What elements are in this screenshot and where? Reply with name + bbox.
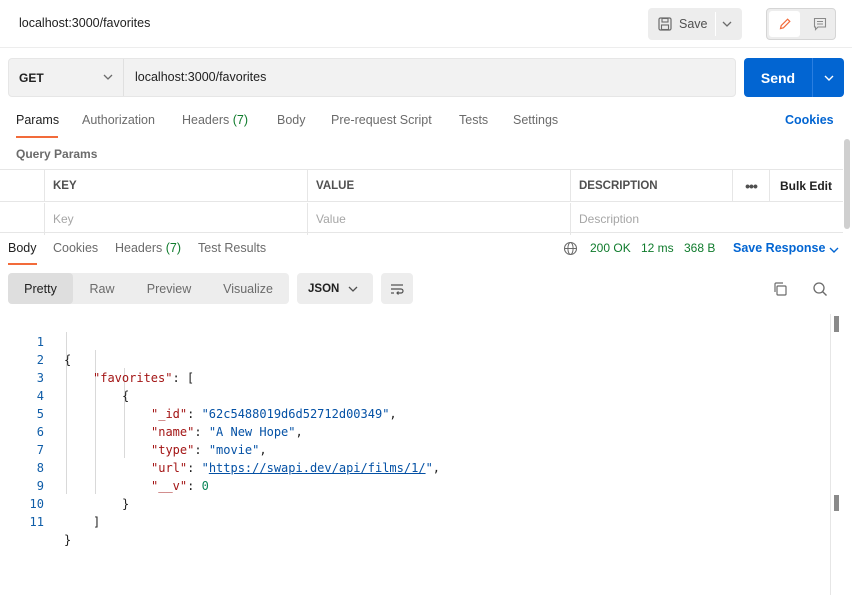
- code-line: 6 "type": "movie",: [0, 405, 830, 457]
- code-line: 7 "url": "https://swapi.dev/api/films/1/…: [0, 423, 830, 475]
- chevron-down-icon[interactable]: [828, 244, 840, 256]
- tab-body[interactable]: Body: [277, 113, 306, 127]
- code-line: 5 "name": "A New Hope",: [0, 387, 830, 439]
- brace-match-marker: [834, 495, 839, 511]
- tab-authorization[interactable]: Authorization: [82, 113, 155, 127]
- param-description-input[interactable]: Description: [570, 203, 843, 235]
- request-tabs: Params Authorization Headers (7) Body Pr…: [0, 108, 852, 138]
- method-label: GET: [19, 70, 44, 85]
- save-response-button[interactable]: Save Response: [733, 241, 825, 255]
- save-button[interactable]: Save: [648, 8, 714, 40]
- send-button[interactable]: Send: [744, 58, 812, 97]
- tab-test-results[interactable]: Test Results: [198, 241, 266, 255]
- response-body-viewer[interactable]: 1 { 2 "favorites": [ 3 { 4 "_id": "62c54…: [0, 314, 830, 595]
- wrap-lines-icon: [391, 283, 404, 295]
- line-number: 11: [29, 515, 44, 529]
- tab-response-headers[interactable]: Headers (7): [115, 241, 181, 255]
- column-header-key: KEY: [44, 170, 307, 202]
- pencil-icon: [779, 18, 791, 30]
- status-code[interactable]: 200 OK: [590, 241, 631, 255]
- param-key-input[interactable]: Key: [44, 203, 307, 235]
- request-tab-title: localhost:3000/favorites: [19, 16, 151, 30]
- brace-match-marker: [834, 316, 839, 332]
- response-view-switcher: Pretty Raw Preview Visualize: [8, 273, 289, 304]
- table-header-row: KEY VALUE DESCRIPTION ••• Bulk Edit: [0, 170, 843, 202]
- tab-response-body[interactable]: Body: [8, 241, 37, 255]
- search-icon[interactable]: [812, 281, 828, 297]
- active-tab-indicator: [16, 136, 58, 138]
- chevron-down-icon[interactable]: [720, 17, 734, 31]
- divider: [812, 58, 813, 97]
- chevron-down-icon[interactable]: [822, 71, 836, 85]
- url-input[interactable]: localhost:3000/favorites: [135, 70, 266, 84]
- code-line: 2 "favorites": [: [0, 333, 830, 385]
- view-raw-button[interactable]: Raw: [73, 273, 131, 304]
- view-preview-button[interactable]: Preview: [131, 273, 207, 304]
- response-headers-count: (7): [165, 241, 182, 255]
- json-bracket: ]: [93, 515, 101, 529]
- bulk-edit-button[interactable]: Bulk Edit: [769, 170, 843, 202]
- send-button-group: Send: [744, 58, 844, 97]
- view-visualize-button[interactable]: Visualize: [207, 273, 289, 304]
- code-line: 4 "_id": "62c5488019d6d52712d00349",: [0, 369, 830, 421]
- method-select[interactable]: GET: [9, 59, 124, 96]
- code-line: 8 "__v": 0: [0, 441, 830, 493]
- tab-pre-request-script[interactable]: Pre-request Script: [331, 113, 432, 127]
- code-line: 11 }: [0, 495, 830, 547]
- tab-response-headers-label: Headers: [115, 241, 163, 255]
- response-size[interactable]: 368 B: [684, 241, 715, 255]
- more-horizontal-icon: •••: [745, 178, 758, 194]
- response-time[interactable]: 12 ms: [641, 241, 674, 255]
- query-params-title: Query Params: [16, 147, 98, 161]
- format-select[interactable]: JSON: [297, 273, 373, 304]
- tab-response-cookies[interactable]: Cookies: [53, 241, 98, 255]
- request-pane-scrollbar[interactable]: [844, 139, 850, 229]
- tab-tests[interactable]: Tests: [459, 113, 488, 127]
- column-header-description: DESCRIPTION: [570, 170, 732, 202]
- view-mode-toggle: [766, 8, 836, 40]
- json-brace: }: [64, 533, 72, 547]
- column-header-value: VALUE: [307, 170, 570, 202]
- param-value-input[interactable]: Value: [307, 203, 570, 235]
- tab-headers-label: Headers: [182, 113, 230, 127]
- active-tab-indicator: [8, 263, 37, 265]
- table-row: Key Value Description: [0, 203, 843, 235]
- divider: [715, 12, 716, 36]
- tab-headers[interactable]: Headers (7): [182, 113, 248, 127]
- format-label: JSON: [308, 282, 340, 295]
- code-line: 1 {: [0, 315, 830, 367]
- response-tabs: Body Cookies Headers (7) Test Results 20…: [0, 236, 852, 266]
- headers-count: (7): [232, 113, 249, 127]
- row-checkbox-cell: [0, 203, 44, 235]
- copy-icon[interactable]: [772, 281, 788, 297]
- code-line: 9 }: [0, 459, 830, 511]
- chevron-down-icon: [348, 286, 358, 292]
- wrap-lines-button[interactable]: [381, 273, 413, 304]
- code-scrollbar-track[interactable]: [830, 314, 831, 595]
- save-disk-icon: [658, 17, 672, 31]
- save-button-group: Save: [648, 8, 742, 40]
- comment-doc-icon: [813, 17, 826, 31]
- url-bar: GET localhost:3000/favorites: [8, 58, 736, 97]
- more-options-button[interactable]: •••: [732, 170, 769, 202]
- checkbox-column-header: [0, 170, 44, 202]
- cookies-link[interactable]: Cookies: [785, 113, 834, 127]
- globe-icon[interactable]: [563, 241, 578, 256]
- save-label: Save: [679, 17, 708, 31]
- top-bar: localhost:3000/favorites Save: [0, 0, 852, 48]
- code-line: 10 ]: [0, 477, 830, 529]
- query-params-table: KEY VALUE DESCRIPTION ••• Bulk Edit Key …: [0, 169, 843, 235]
- edit-mode-button[interactable]: [769, 11, 800, 37]
- code-line: 3 {: [0, 351, 830, 403]
- chevron-down-icon: [103, 74, 113, 80]
- tab-settings[interactable]: Settings: [513, 113, 558, 127]
- tab-params[interactable]: Params: [16, 113, 59, 127]
- view-pretty-button[interactable]: Pretty: [8, 273, 73, 304]
- documentation-mode-button[interactable]: [804, 11, 835, 37]
